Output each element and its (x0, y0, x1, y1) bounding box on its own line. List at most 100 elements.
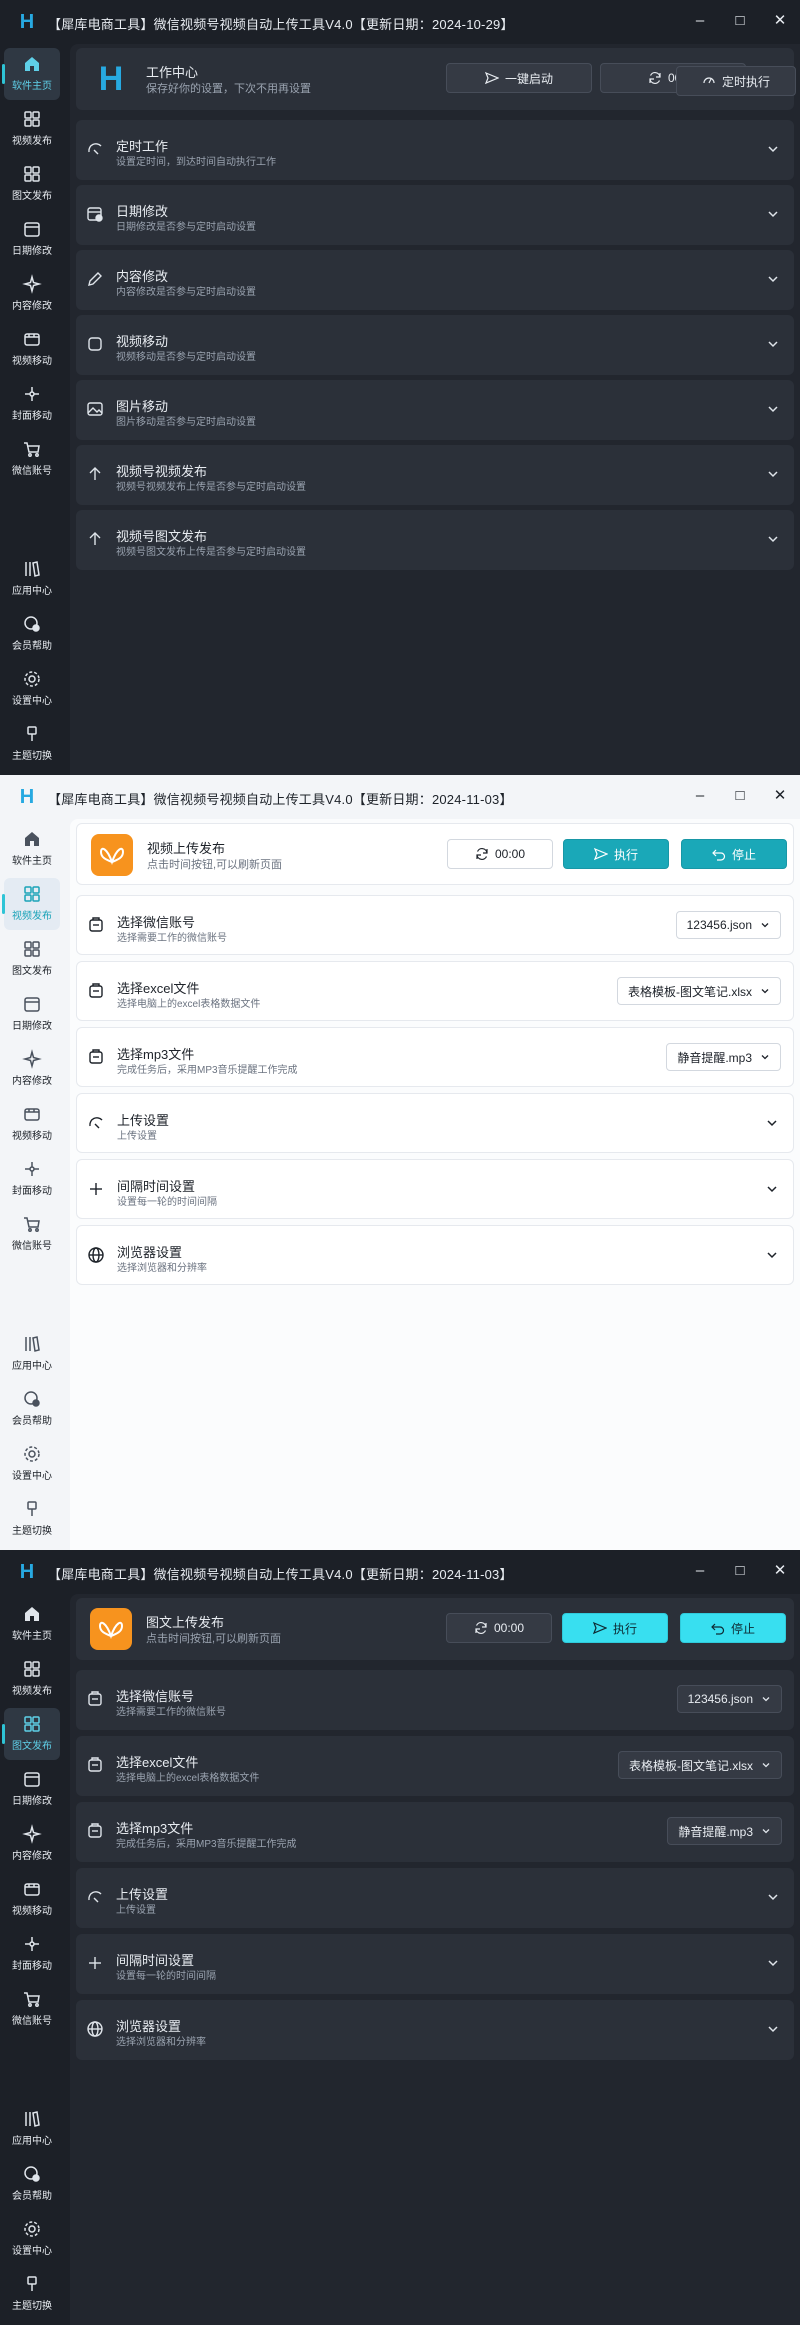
sidebar-item-home[interactable]: 软件主页 (2, 48, 60, 100)
books-icon (25, 2111, 40, 2127)
sidebar-item-app-center[interactable]: 应用中心 (4, 553, 60, 605)
chevron-down-icon (768, 471, 778, 478)
sidebar-item-theme[interactable]: 主题切换 (4, 1493, 60, 1545)
maximize-button[interactable]: □ (720, 1556, 760, 1584)
sidebar-item-home[interactable]: 软件主页 (4, 1598, 60, 1650)
sidebar-item-settings[interactable]: 设置中心 (4, 2213, 60, 2265)
sidebar-item-video-move[interactable]: 视频移动 (4, 1098, 60, 1150)
minimize-button[interactable]: – (680, 781, 720, 809)
wechat-account-select[interactable]: 123456.json (675, 911, 781, 939)
app-window-video-publish: H 【犀库电商工具】微信视频号视频自动上传工具V4.0【更新日期：2024-11… (0, 775, 800, 1550)
settings-row-excel-file[interactable]: 选择excel文件 选择电脑上的excel表格数据文件 表格模板-图文笔记.xlsx (76, 961, 794, 1021)
schedule-run-button[interactable]: 定时执行 (676, 66, 796, 96)
minimize-button[interactable]: – (680, 6, 720, 34)
settings-row-video-move[interactable]: 视频移动 视频移动是否参与定时启动设置 (76, 315, 794, 375)
settings-row-mp3-file[interactable]: 选择mp3文件 完成任务后，采用MP3音乐提醒工作完成 静音提醒.mp3 (76, 1027, 794, 1087)
sidebar-item-image-publish[interactable]: 图文发布 (4, 158, 60, 210)
minimize-button[interactable]: – (680, 1556, 720, 1584)
row-description: 视频移动是否参与定时启动设置 (116, 352, 256, 363)
sidebar-item-home[interactable]: 软件主页 (4, 823, 60, 875)
mp3-file-select[interactable]: 静音提醒.mp3 (667, 1817, 782, 1845)
row-description: 设置每一轮的时间间隔 (116, 1971, 216, 1982)
window-title: 【犀库电商工具】微信视频号视频自动上传工具V4.0【更新日期：2024-11-0… (48, 1567, 513, 1582)
title-bar[interactable]: H 【犀库电商工具】微信视频号视频自动上传工具V4.0【更新日期：2024-11… (0, 1550, 800, 1594)
one-click-start-button[interactable]: 一键启动 (446, 63, 592, 93)
timer-refresh-button[interactable]: 00:00 (446, 1613, 552, 1643)
settings-row-excel-file[interactable]: 选择excel文件 选择电脑上的excel表格数据文件 表格模板-图文笔记.xlsx (76, 1736, 794, 1796)
sidebar-item-wechat-account[interactable]: 微信账号 (4, 433, 60, 485)
sidebar-item-date-edit[interactable]: 日期修改 (4, 988, 60, 1040)
sidebar-item-wechat-account[interactable]: 微信账号 (4, 1208, 60, 1260)
sidebar: 软件主页 视频发布 图文发布 日期修改 内容修改 视频移动 封面移动 微信账号 (0, 44, 64, 775)
account-icon (89, 917, 103, 932)
sidebar-item-content-edit[interactable]: 内容修改 (4, 1818, 60, 1870)
sidebar-item-settings[interactable]: 设置中心 (4, 663, 60, 715)
chevron-down-icon (768, 2026, 778, 2033)
app-window-home: H 【犀库电商工具】微信视频号视频自动上传工具V4.0【更新日期：2024-10… (0, 0, 800, 775)
sidebar-item-date-edit[interactable]: 日期修改 (4, 213, 60, 265)
chevron-down-icon (762, 1763, 770, 1768)
settings-row-channel-video-publish[interactable]: 视频号视频发布 视频号视频发布上传是否参与定时启动设置 (76, 445, 794, 505)
sidebar-item-app-center[interactable]: 应用中心 (4, 2103, 60, 2155)
settings-row-browser-settings[interactable]: 浏览器设置 选择浏览器和分辨率 (76, 2000, 794, 2060)
sidebar-item-member-help[interactable]: 会员帮助 (4, 2158, 60, 2210)
calendar-icon (24, 222, 40, 237)
sidebar-item-video-move[interactable]: 视频移动 (4, 1873, 60, 1925)
sidebar-item-date-edit[interactable]: 日期修改 (4, 1763, 60, 1815)
settings-row-scheduled-work[interactable]: 定时工作 设置定时间，到达时间自动执行工作 (76, 120, 794, 180)
close-button[interactable]: ✕ (760, 781, 800, 809)
settings-row-browser-settings[interactable]: 浏览器设置 选择浏览器和分辨率 (76, 1225, 794, 1285)
sidebar-item-cover-move[interactable]: 封面移动 (4, 1153, 60, 1205)
sidebar-item-cover-move[interactable]: 封面移动 (4, 378, 60, 430)
settings-row-interval-settings[interactable]: 间隔时间设置 设置每一轮的时间间隔 (76, 1934, 794, 1994)
sidebar-item-theme[interactable]: 主题切换 (4, 718, 60, 770)
settings-row-mp3-file[interactable]: 选择mp3文件 完成任务后，采用MP3音乐提醒工作完成 静音提醒.mp3 (76, 1802, 794, 1862)
settings-row-interval-settings[interactable]: 间隔时间设置 设置每一轮的时间间隔 (76, 1159, 794, 1219)
sidebar-item-app-center[interactable]: 应用中心 (4, 1328, 60, 1380)
sidebar-item-image-publish[interactable]: 图文发布 (2, 1708, 60, 1760)
settings-row-upload-settings[interactable]: 上传设置 上传设置 (76, 1868, 794, 1928)
sidebar-item-wechat-account[interactable]: 微信账号 (4, 1983, 60, 2035)
title-bar[interactable]: H 【犀库电商工具】微信视频号视频自动上传工具V4.0【更新日期：2024-11… (0, 775, 800, 819)
run-button[interactable]: 执行 (563, 839, 669, 869)
sidebar-item-cover-move[interactable]: 封面移动 (4, 1928, 60, 1980)
sidebar-item-video-move[interactable]: 视频移动 (4, 323, 60, 375)
settings-row-channel-image-publish[interactable]: 视频号图文发布 视频号图文发布上传是否参与定时启动设置 (76, 510, 794, 570)
sidebar: 软件主页 视频发布 图文发布 日期修改 内容修改 视频移动 封面移动 微信账号应用中心 会员帮助… (0, 819, 64, 1550)
sidebar-item-member-help[interactable]: 会员帮助 (4, 608, 60, 660)
excel-file-select[interactable]: 表格模板-图文笔记.xlsx (618, 1751, 782, 1779)
stop-button[interactable]: 停止 (680, 1613, 786, 1643)
sidebar-item-theme[interactable]: 主题切换 (4, 2268, 60, 2320)
timer-refresh-button[interactable]: 00:00 (447, 839, 553, 869)
sidebar-item-content-edit[interactable]: 内容修改 (4, 1043, 60, 1095)
sidebar-item-member-help[interactable]: 会员帮助 (4, 1383, 60, 1435)
excel-file-select[interactable]: 表格模板-图文笔记.xlsx (617, 977, 781, 1005)
page-subtitle: 点击时间按钮,可以刷新页面 (146, 1633, 282, 1645)
maximize-button[interactable]: □ (720, 781, 760, 809)
sidebar-item-video-publish[interactable]: 视频发布 (4, 103, 60, 155)
image-icon (87, 402, 103, 416)
settings-row-date-edit[interactable]: 日期修改 日期修改是否参与定时启动设置 (76, 185, 794, 245)
settings-row-content-edit[interactable]: 内容修改 内容修改是否参与定时启动设置 (76, 250, 794, 310)
sidebar-item-video-publish[interactable]: 视频发布 (4, 1653, 60, 1705)
plus-icon (89, 1957, 101, 1969)
settings-row-wechat-account[interactable]: 选择微信账号 选择需要工作的微信账号 123456.json (76, 895, 794, 955)
close-button[interactable]: ✕ (760, 6, 800, 34)
settings-row-image-move[interactable]: 图片移动 图片移动是否参与定时启动设置 (76, 380, 794, 440)
wechat-account-select[interactable]: 123456.json (676, 1685, 782, 1713)
chevron-down-icon (767, 1252, 777, 1259)
mp3-file-select[interactable]: 静音提醒.mp3 (666, 1043, 781, 1071)
settings-row-wechat-account[interactable]: 选择微信账号 选择需要工作的微信账号 123456.json (76, 1670, 794, 1730)
sidebar-item-video-publish[interactable]: 视频发布 (2, 878, 60, 930)
run-button[interactable]: 执行 (562, 1613, 668, 1643)
stop-button[interactable]: 停止 (681, 839, 787, 869)
music-icon (88, 1823, 102, 1838)
title-bar[interactable]: H 【犀库电商工具】微信视频号视频自动上传工具V4.0【更新日期：2024-10… (0, 0, 800, 44)
film-icon (24, 1108, 40, 1121)
close-button[interactable]: ✕ (760, 1556, 800, 1584)
settings-row-upload-settings[interactable]: 上传设置 上传设置 (76, 1093, 794, 1153)
sidebar-item-content-edit[interactable]: 内容修改 (4, 268, 60, 320)
sidebar-item-image-publish[interactable]: 图文发布 (4, 933, 60, 985)
maximize-button[interactable]: □ (720, 6, 760, 34)
sidebar-item-settings[interactable]: 设置中心 (4, 1438, 60, 1490)
